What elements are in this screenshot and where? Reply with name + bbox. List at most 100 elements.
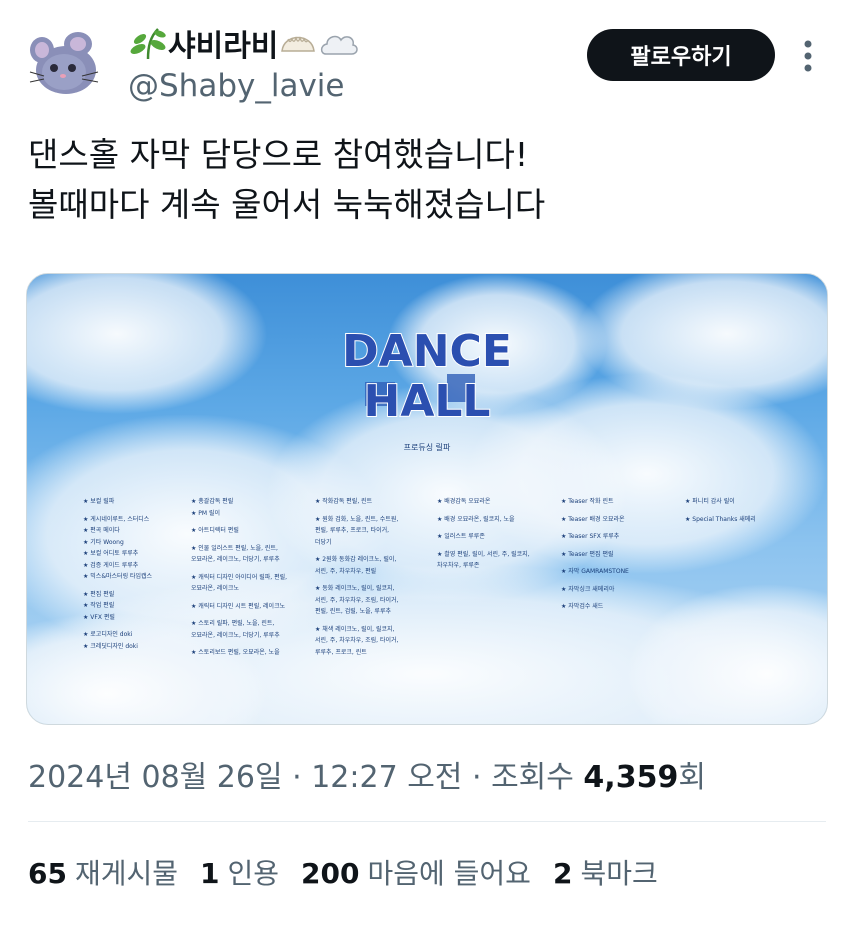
credit-group: ★ 원화 검화, 노을, 린트, 수트원, 편릴, 루루추, 프로크, 타이거,… [315, 514, 435, 549]
credit-group: ★ 편집 편릴 ★ 작업 편릴 ★ VFX 편릴 [83, 589, 203, 624]
credit-line: ★ 촬영 편릴, 릴이, 서린, 주, 릴코지, [437, 550, 530, 558]
credit-column: ★ 퍼니티 감사 릴이 ★ Special Thanks 새메리 [685, 496, 805, 531]
credit-line: ★ 퍼니티 감사 릴이 [685, 498, 735, 505]
follow-button[interactable]: 팔로우하기 [587, 29, 775, 81]
credit-group: ★ Special Thanks 새메리 [685, 514, 805, 526]
credit-line: ★ 자막싱크 새메리아 [561, 585, 615, 593]
stat-label: 북마크 [580, 857, 658, 890]
credit-line: ★ Teaser 배경 오묘라온 [561, 515, 625, 523]
display-name-row[interactable]: 샤비라비 [128, 22, 360, 64]
credit-line: ★ 아트디렉터 편릴 [191, 527, 239, 534]
tweet-line: 볼때마다 계속 울어서 눅눅해졌습니다 [28, 185, 546, 224]
credit-group: ★ 배경 오묘라온, 릴코지, 노을 [437, 514, 557, 526]
credit-line: 편릴, 린트, 검릴, 노을, 루루추 [315, 608, 391, 615]
credit-line: 서린, 주, 차우차우, 조림, 타이거, [315, 596, 399, 604]
credit-line: ★ 작업 편릴 [83, 602, 115, 609]
credit-group: ★ 자막검수 새드 [561, 601, 681, 613]
credit-group: ★ 작화감독 편릴, 린트 [315, 496, 435, 508]
tweet-stats: 65 재게시물 1 인용 200 마음에 들어요 2 북마크 [28, 852, 658, 892]
credit-line: ★ 배경감독 오묘라온 [437, 498, 491, 505]
credit-line: 오묘라온, 레이크노, 더당기, 루루추 [191, 556, 280, 563]
credit-group: ★ 퍼니티 감사 릴이 [685, 496, 805, 508]
credit-line: ★ 채색 레이크노, 릴이, 릴코지, [315, 625, 395, 633]
herb-icon [128, 25, 168, 61]
meta-separator: · [292, 760, 302, 795]
credit-line: ★ 보컬 릴파 [83, 498, 115, 505]
credit-line: ★ VFX 편릴 [83, 613, 115, 621]
credit-line: 더당기 [315, 538, 332, 546]
credit-line: ★ 로고디자인 doki [83, 631, 133, 638]
credit-line: ★ 기타 Woong [83, 538, 124, 546]
credit-line: ★ Special Thanks 새메리 [685, 515, 756, 523]
views-label: 조회수 [491, 760, 574, 795]
credit-group: ★ 스토리보드 편릴, 오묘라온, 노을 [191, 647, 311, 659]
tweet-date[interactable]: 2024년 08월 26일 [28, 760, 283, 795]
credit-group: ★ 인물 일러스트 편릴, 노을, 린트, 오묘라온, 레이크노, 더당기, 루… [191, 543, 311, 566]
credit-group: ★ 스토리 릴파, 편릴, 노을, 린트, 오묘라온, 레이크노, 더당기, 루… [191, 618, 311, 641]
credit-line: ★ 크레딧디자인 doki [83, 642, 138, 650]
credit-line: ★ 캐릭터 디자인 아이디어 릴파, 편릴, [191, 573, 288, 581]
stat-reposts[interactable]: 65 재게시물 [28, 852, 178, 892]
credit-line: ★ 원화 검화, 노을, 린트, 수트원, [315, 515, 399, 523]
credit-line: 차우차우, 루루존 [437, 562, 480, 569]
tweet-meta: 2024년 08월 26일 · 12:27 오전 · 조회수 4,359회 [28, 752, 706, 796]
credit-line: ★ 보컬 어디토 루루추 [83, 550, 139, 557]
credit-line: ★ 믹스&마스터링 타임캡스 [83, 573, 153, 580]
credit-line: 루루추, 프로크, 린트 [315, 648, 367, 656]
credit-line: ★ Teaser SFX 루루추 [561, 533, 620, 540]
credit-line: ★ 인물 일러스트 편릴, 노을, 린트, [191, 544, 278, 552]
meta-separator: · [471, 760, 482, 795]
credit-group: ★ 일러스트 루루존 [437, 531, 557, 543]
credit-group: ★ Teaser 작화 린트 [561, 496, 681, 508]
credit-group: ★ 배경감독 오묘라온 [437, 496, 557, 508]
tweet-line: 댄스홀 자막 담당으로 참여했습니다! [28, 135, 529, 174]
credit-column: ★ 배경감독 오묘라온 ★ 배경 오묘라온, 릴코지, 노을 ★ 일러스트 루루존 ★… [437, 496, 557, 578]
credit-line: ★ 동화 레이크노, 릴이, 릴코지, [315, 585, 395, 592]
credit-group: ★ 캐릭터 디자인 아이디어 릴파, 편릴, 오묘라온, 레이크노 [191, 572, 311, 595]
credit-group: ★ Teaser 배경 오묘라온 [561, 514, 681, 526]
user-names: 샤비라비 @Shaby_lavie [128, 22, 360, 104]
stat-quotes[interactable]: 1 인용 [200, 852, 279, 892]
user-handle[interactable]: @Shaby_lavie [128, 68, 360, 104]
credit-line: 오묘라온, 레이크노, 더당기, 루루추 [191, 631, 280, 639]
credit-group: ★ 보컬 릴파 [83, 496, 203, 508]
credit-column: ★ Teaser 작화 린트 ★ Teaser 배경 오묘라온 ★ Teaser S… [561, 496, 681, 619]
credit-line: ★ 게시네이루트, 스터디스 [83, 515, 150, 523]
stat-count: 1 [200, 857, 220, 890]
divider [28, 821, 826, 822]
credit-column: ★ 총괄감독 편릴 ★ PM 릴이 ★ 아트디렉터 편릴 ★ 인물 일러스트 편릴, … [191, 496, 311, 665]
credit-group: ★ 총괄감독 편릴 ★ PM 릴이 [191, 496, 311, 519]
stat-count: 200 [301, 857, 360, 890]
credit-line: ★ 배경 오묘라온, 릴코지, 노을 [437, 515, 515, 523]
more-vertical-icon[interactable] [796, 36, 820, 76]
credit-line: ★ 편곡 메이다 [83, 527, 120, 534]
credit-line: ★ PM 릴이 [191, 509, 221, 517]
credit-line: ★ 캐릭터 디자인 시트 편릴, 레이크노 [191, 602, 286, 610]
credit-line: ★ Teaser 작화 린트 [561, 498, 614, 505]
tweet-media-image[interactable]: DANCE HALL 프로듀싱 릴파 ★ 보컬 릴파 ★ 게시네이루트, 스터디스… [26, 273, 828, 725]
credits-area: ★ 보컬 릴파 ★ 게시네이루트, 스터디스 ★ 편곡 메이다 ★ 기타 Woong ★… [27, 274, 827, 724]
credit-line: 서린, 주, 차우차우, 조림, 타이거, [315, 637, 399, 644]
credit-line: ★ 스토리 릴파, 편릴, 노을, 린트, [191, 620, 275, 627]
credit-group: ★ 캐릭터 디자인 시트 편릴, 레이크노 [191, 601, 311, 613]
credit-line: ★ 일러스트 루루존 [437, 533, 485, 540]
credit-group: ★ 2원화 동화감 레이크노, 릴이, 서린, 주, 차우차우, 편릴 [315, 554, 435, 577]
stat-count: 65 [28, 857, 67, 890]
views-count: 4,359 [583, 760, 679, 795]
credit-line: ★ 총괄감독 편릴 [191, 498, 234, 505]
stat-count: 2 [552, 857, 573, 890]
tweet-time[interactable]: 12:27 오전 [311, 760, 462, 795]
views-suffix: 회 [678, 760, 706, 795]
stat-likes[interactable]: 200 마음에 들어요 [301, 852, 531, 892]
stat-label: 재게시물 [74, 857, 179, 890]
tweet-header: 샤비라비 @Shaby_lavie 팔로우하기 [0, 0, 850, 110]
chinchilla-avatar-icon[interactable] [24, 20, 108, 104]
display-name-text: 샤비라비 [168, 29, 279, 64]
credit-group: ★ 게시네이루트, 스터디스 ★ 편곡 메이다 ★ 기타 Woong ★ 보컬 어디토… [83, 514, 203, 583]
credit-line: ★ 작화감독 편릴, 린트 [315, 498, 373, 505]
credit-line: ★ 2원화 동화감 레이크노, 릴이, [315, 556, 397, 563]
credit-column: ★ 보컬 릴파 ★ 게시네이루트, 스터디스 ★ 편곡 메이다 ★ 기타 Woong ★… [83, 496, 203, 658]
credit-line: ★ Teaser 편집 편릴 [561, 550, 614, 558]
stat-bookmarks[interactable]: 2 북마크 [553, 852, 658, 892]
credit-group: ★ Teaser SFX 루루추 [561, 531, 681, 543]
